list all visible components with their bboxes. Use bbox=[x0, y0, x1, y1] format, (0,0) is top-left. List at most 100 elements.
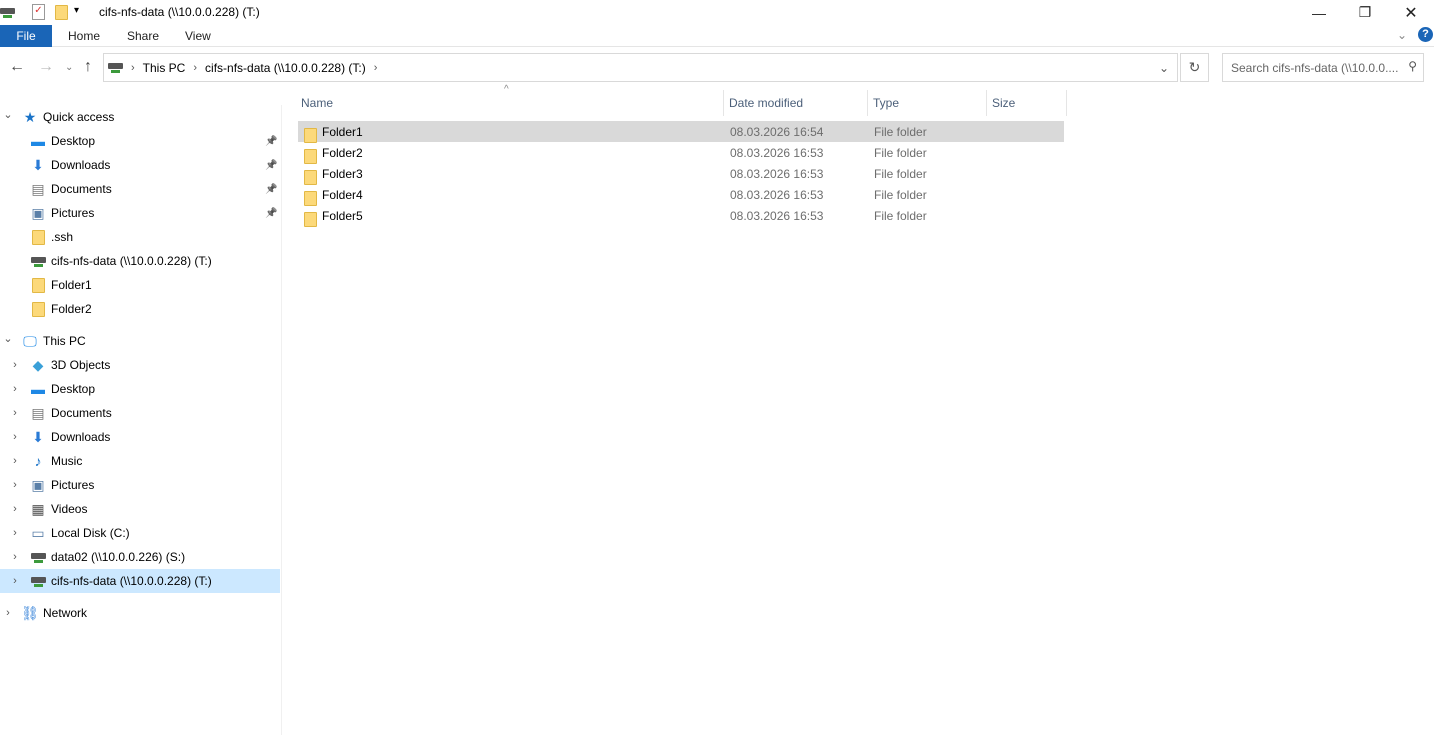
tab-home[interactable]: Home bbox=[54, 25, 114, 47]
sidebar-item[interactable]: › cifs-nfs-data (\\10.0.0.228) (T:) bbox=[0, 569, 280, 593]
sidebar-item[interactable]: ⬇ Downloads 📌 bbox=[0, 153, 280, 177]
sidebar-item[interactable]: › ⛓ Network bbox=[0, 601, 280, 625]
pin-icon[interactable]: 📌 bbox=[265, 136, 277, 147]
minimize-button[interactable]: — bbox=[1296, 0, 1342, 25]
sidebar-item-label: Desktop bbox=[51, 134, 96, 148]
sidebar-item-label: Desktop bbox=[51, 382, 96, 396]
sidebar-item-label: Network bbox=[43, 606, 88, 620]
sidebar-item[interactable]: › ▭ Local Disk (C:) bbox=[0, 521, 280, 545]
cube-icon: ◆ bbox=[32, 356, 44, 373]
forward-button[interactable]: → bbox=[38, 58, 54, 76]
address-dropdown-icon[interactable]: ⌄ bbox=[1159, 61, 1169, 75]
chevron-right-icon[interactable]: › bbox=[10, 479, 20, 491]
sidebar-item-label: This PC bbox=[43, 334, 86, 348]
sidebar-item[interactable]: › data02 (\\10.0.0.226) (S:) bbox=[0, 545, 280, 569]
column-name[interactable]: Name bbox=[296, 90, 724, 116]
sidebar-item-label: Folder2 bbox=[51, 302, 92, 316]
chevron-right-icon[interactable]: › bbox=[10, 527, 20, 539]
sidebar-item-label: Folder1 bbox=[51, 278, 92, 292]
breadcrumb-separator[interactable]: › bbox=[131, 62, 135, 74]
search-input[interactable]: Search cifs-nfs-data (\\10.0.0.... ⚲ bbox=[1222, 53, 1424, 82]
sidebar-item[interactable]: › ▦ Videos bbox=[0, 497, 280, 521]
file-date: 08.03.2026 16:53 bbox=[730, 188, 824, 202]
tab-file[interactable]: File bbox=[0, 25, 52, 47]
breadcrumb-this-pc[interactable]: This PC bbox=[143, 61, 186, 75]
chevron-right-icon[interactable]: › bbox=[10, 551, 20, 563]
chevron-right-icon[interactable]: › bbox=[10, 407, 20, 419]
sidebar-item[interactable]: › ♪ Music bbox=[0, 449, 280, 473]
chevron-right-icon[interactable]: › bbox=[10, 431, 20, 443]
sidebar-item-label: cifs-nfs-data (\\10.0.0.228) (T:) bbox=[51, 254, 212, 268]
sidebar-item-label: cifs-nfs-data (\\10.0.0.228) (T:) bbox=[51, 574, 212, 588]
navigation-pane: ⌄ ★ Quick access ▬ Desktop 📌 ⬇ Downloads 📌 ▤ Docum… bbox=[0, 105, 282, 735]
file-row[interactable]: Folder4 08.03.2026 16:53 File folder bbox=[298, 184, 1064, 206]
expand-ribbon-icon[interactable]: ⌄ bbox=[1397, 28, 1407, 42]
chevron-down-icon[interactable]: ⌄ bbox=[3, 108, 13, 121]
ribbon: File Home Share View ⌄ ? bbox=[0, 25, 1434, 47]
up-button[interactable]: ↑ bbox=[84, 58, 92, 76]
file-date: 08.03.2026 16:53 bbox=[730, 209, 824, 223]
column-size[interactable]: Size bbox=[987, 90, 1067, 116]
sidebar-item[interactable]: ▬ Desktop 📌 bbox=[0, 129, 280, 153]
sidebar-item[interactable]: › ◆ 3D Objects bbox=[0, 353, 280, 377]
recent-locations-button[interactable]: ⌄ bbox=[65, 62, 73, 73]
search-icon[interactable]: ⚲ bbox=[1408, 59, 1417, 73]
search-placeholder: Search cifs-nfs-data (\\10.0.0.... bbox=[1231, 61, 1399, 75]
sidebar-item[interactable]: .ssh bbox=[0, 225, 280, 249]
sidebar-item[interactable]: ⌄ 🖵 This PC bbox=[0, 329, 280, 353]
help-icon[interactable]: ? bbox=[1418, 27, 1433, 42]
address-bar[interactable]: › This PC › cifs-nfs-data (\\10.0.0.228)… bbox=[103, 53, 1178, 82]
chevron-right-icon[interactable]: › bbox=[10, 383, 20, 395]
pin-icon[interactable]: 📌 bbox=[265, 184, 277, 195]
chevron-right-icon[interactable]: › bbox=[10, 359, 20, 371]
restore-button[interactable]: ❐ bbox=[1342, 0, 1388, 25]
file-type: File folder bbox=[874, 146, 927, 160]
chevron-right-icon[interactable]: › bbox=[10, 455, 20, 467]
sidebar-item[interactable]: › ⬇ Downloads bbox=[0, 425, 280, 449]
new-folder-icon[interactable] bbox=[55, 5, 68, 20]
file-row[interactable]: Folder5 08.03.2026 16:53 File folder bbox=[298, 205, 1064, 227]
refresh-button[interactable]: ↻ bbox=[1180, 53, 1209, 82]
tab-view[interactable]: View bbox=[171, 25, 225, 47]
file-name: Folder2 bbox=[322, 146, 363, 160]
sidebar-item-label: Downloads bbox=[51, 158, 111, 172]
sidebar-item[interactable]: ⌄ ★ Quick access bbox=[0, 105, 280, 129]
close-button[interactable]: ✕ bbox=[1388, 0, 1434, 25]
sidebar-item[interactable]: Folder1 bbox=[0, 273, 280, 297]
file-row[interactable]: Folder1 08.03.2026 16:54 File folder bbox=[298, 121, 1064, 143]
breadcrumb-current[interactable]: cifs-nfs-data (\\10.0.0.228) (T:) bbox=[205, 61, 366, 75]
file-date: 08.03.2026 16:53 bbox=[730, 146, 824, 160]
sidebar-item[interactable]: cifs-nfs-data (\\10.0.0.228) (T:) bbox=[0, 249, 280, 273]
chevron-right-icon[interactable]: › bbox=[3, 607, 13, 619]
customize-toolbar-icon[interactable]: ▾ bbox=[74, 5, 79, 16]
chevron-right-icon[interactable]: › bbox=[10, 575, 20, 587]
sidebar-item[interactable]: › ▬ Desktop bbox=[0, 377, 280, 401]
chevron-down-icon[interactable]: ⌄ bbox=[3, 332, 13, 345]
file-name: Folder5 bbox=[322, 209, 363, 223]
drive-icon bbox=[30, 573, 46, 589]
file-row[interactable]: Folder3 08.03.2026 16:53 File folder bbox=[298, 163, 1064, 185]
star-icon: ★ bbox=[23, 108, 37, 125]
sidebar-item[interactable]: › ▣ Pictures bbox=[0, 473, 280, 497]
column-type[interactable]: Type bbox=[868, 90, 987, 116]
pin-icon[interactable]: 📌 bbox=[265, 160, 277, 171]
sidebar-item-label: Quick access bbox=[43, 110, 115, 124]
sidebar-item-label: Pictures bbox=[51, 206, 95, 220]
breadcrumb-separator[interactable]: › bbox=[193, 62, 197, 74]
file-type: File folder bbox=[874, 125, 927, 139]
file-row[interactable]: Folder2 08.03.2026 16:53 File folder bbox=[298, 142, 1064, 164]
column-date-modified[interactable]: Date modified bbox=[724, 90, 868, 116]
chevron-right-icon[interactable]: › bbox=[10, 503, 20, 515]
sidebar-item[interactable]: ▤ Documents 📌 bbox=[0, 177, 280, 201]
picture-icon: ▣ bbox=[31, 476, 45, 493]
sidebar-item[interactable]: › ▤ Documents bbox=[0, 401, 280, 425]
sidebar-item[interactable]: Folder2 bbox=[0, 297, 280, 321]
pin-icon[interactable]: 📌 bbox=[265, 208, 277, 219]
download-icon: ⬇ bbox=[32, 428, 44, 445]
sidebar-item[interactable]: ▣ Pictures 📌 bbox=[0, 201, 280, 225]
breadcrumb-separator[interactable]: › bbox=[374, 62, 378, 74]
back-button[interactable]: ← bbox=[9, 58, 25, 76]
tab-share[interactable]: Share bbox=[113, 25, 173, 47]
sidebar-item-label: 3D Objects bbox=[51, 358, 111, 372]
properties-icon[interactable]: ✓ bbox=[32, 4, 45, 20]
